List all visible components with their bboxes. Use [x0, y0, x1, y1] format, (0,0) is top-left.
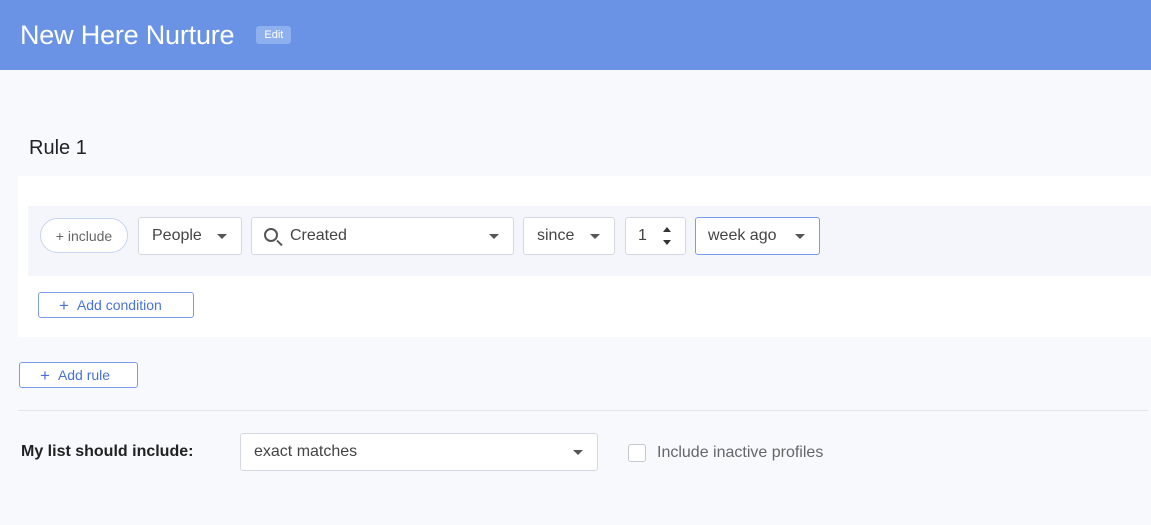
- page-header: New Here Nurture Edit: [0, 0, 1151, 70]
- rule-title: Rule 1: [29, 137, 87, 159]
- edit-title-button[interactable]: Edit: [256, 26, 292, 44]
- plus-icon: +: [59, 295, 69, 315]
- chevron-down-icon: [573, 450, 583, 455]
- property-search-select[interactable]: Created: [251, 217, 514, 255]
- operator-select[interactable]: since: [523, 217, 615, 255]
- search-icon: [264, 228, 278, 242]
- entity-select[interactable]: People: [138, 217, 242, 255]
- add-condition-button[interactable]: + Add condition: [38, 292, 194, 318]
- amount-stepper[interactable]: 1: [625, 217, 686, 255]
- chevron-down-icon: [795, 234, 805, 239]
- list-include-label: My list should include:: [21, 443, 194, 460]
- stepper-down-icon[interactable]: [663, 240, 671, 245]
- add-condition-label: Add condition: [76, 297, 162, 313]
- chevron-down-icon: [590, 234, 600, 239]
- stepper-up-icon[interactable]: [663, 227, 671, 232]
- add-rule-button[interactable]: + Add rule: [19, 362, 138, 388]
- page-title: New Here Nurture: [20, 19, 235, 50]
- match-type-select[interactable]: exact matches: [240, 433, 598, 471]
- plus-icon: +: [40, 365, 50, 385]
- section-divider: [18, 410, 1148, 411]
- chevron-down-icon: [489, 234, 499, 239]
- chevron-down-icon: [217, 234, 227, 239]
- include-inactive-label: Include inactive profiles: [657, 444, 824, 461]
- property-search-value: Created: [290, 227, 347, 244]
- entity-select-value: People: [152, 227, 202, 244]
- unit-select-value: week ago: [708, 227, 777, 244]
- unit-select[interactable]: week ago: [695, 217, 820, 255]
- operator-select-value: since: [537, 227, 575, 244]
- include-inactive-checkbox[interactable]: [628, 444, 646, 462]
- amount-value: 1: [638, 227, 647, 244]
- match-type-value: exact matches: [254, 443, 358, 460]
- include-toggle-button[interactable]: + include: [40, 218, 128, 253]
- add-rule-label: Add rule: [57, 367, 111, 383]
